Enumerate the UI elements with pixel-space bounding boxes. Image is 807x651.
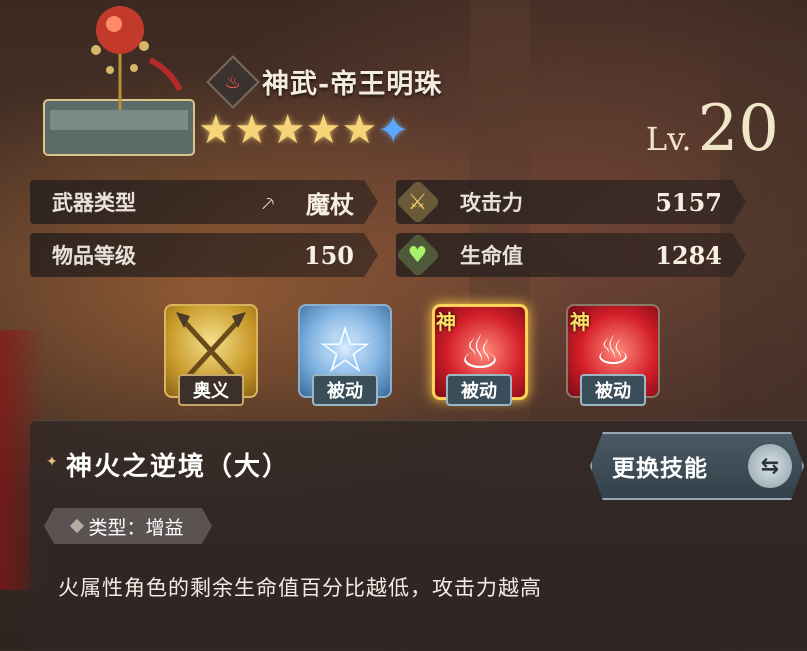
skill-type-text: 类型：增益 [88, 516, 184, 539]
change-skill-button[interactable]: 更换技能 ⇆ [590, 432, 804, 500]
swap-icon: ⇆ [748, 444, 792, 488]
stat-attack: ⚔ 攻击力 5157 [395, 179, 746, 225]
star-icon: ★ [305, 107, 342, 153]
weapon-name: 神武-帝王明珠 [262, 69, 443, 100]
star-icon: ★ [269, 107, 306, 153]
skill-slot-passive-1[interactable]: ☆ 被动 [298, 304, 392, 406]
change-skill-label: 更换技能 [612, 456, 708, 482]
divine-mark: 神 [570, 310, 590, 334]
staff-icon: ⸕ [259, 191, 277, 216]
skill-slot-passive-3[interactable]: ♨ 神 被动 [566, 304, 660, 406]
stat-label: 生命值 [460, 244, 523, 268]
level-value: 20 [697, 92, 779, 166]
weapon-level: Lv. 20 [646, 92, 779, 166]
skill-slot-ultimate[interactable]: 奥义 [164, 304, 258, 406]
skill-slot-passive-2-selected[interactable]: ♨ 神 被动 [432, 304, 528, 406]
diamond-bullet-icon: ✦ [46, 454, 58, 470]
skill-tag: 奥义 [178, 374, 244, 406]
stat-label: 攻击力 [460, 191, 523, 215]
rarity-stars: ★ ★ ★ ★ ★ ✦ [198, 110, 409, 150]
diamond-icon [70, 518, 85, 534]
level-prefix: Lv. [645, 120, 692, 158]
fire-element-icon: ♨ [206, 54, 260, 109]
skill-type-badge: 类型：增益 [44, 508, 212, 544]
skill-description: 火属性角色的剩余生命值百分比越低，攻击力越高 [58, 576, 542, 600]
skill-tag: 被动 [580, 374, 646, 406]
skill-tag: 被动 [446, 374, 512, 406]
star-icon: ★ [341, 107, 378, 153]
weapon-image [43, 6, 195, 156]
stat-label: 物品等级 [52, 244, 136, 268]
star-icon: ★ [198, 107, 234, 153]
stat-value: 5157 [655, 187, 722, 217]
skill-name: 神火之逆境（大） [66, 452, 291, 482]
stat-value: 150 [303, 240, 354, 270]
stat-value: 魔杖 [306, 190, 354, 219]
stat-hp: ♥ 生命值 1284 [395, 232, 746, 278]
divine-mark: 神 [436, 310, 456, 334]
skill-tag: 被动 [312, 374, 378, 406]
stat-item-level: 物品等级 150 [30, 233, 378, 277]
stat-label: 武器类型 [52, 191, 136, 215]
awaken-star-icon: ✦ [377, 108, 410, 152]
stat-value: 1284 [655, 240, 722, 270]
star-icon: ★ [233, 107, 270, 153]
stat-weapon-type: 武器类型 ⸕ 魔杖 [30, 180, 378, 224]
weapon-title-row: ♨ 神武-帝王明珠 [206, 54, 443, 109]
